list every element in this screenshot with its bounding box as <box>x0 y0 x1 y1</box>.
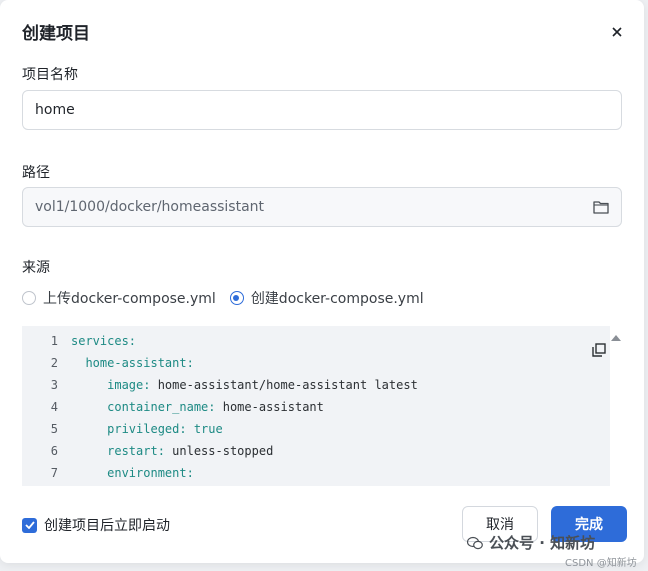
close-button[interactable] <box>605 20 629 44</box>
source-radio-group: 上传docker-compose.yml 创建docker-compose.ym… <box>22 288 438 308</box>
line-number: 1 <box>50 334 58 348</box>
code-value: home-assistant/home-assistant latest <box>157 378 418 392</box>
code-key: container_name <box>107 400 209 414</box>
start-after-create-label: 创建项目后立即启动 <box>44 518 170 534</box>
path-input[interactable]: vol1/1000/docker/homeassistant <box>22 187 622 227</box>
folder-icon[interactable] <box>593 200 609 214</box>
close-icon <box>612 27 622 37</box>
code-key: home-assistant <box>85 356 187 370</box>
code-line: 5 privileged: true <box>22 418 610 440</box>
code-line: 4 container_name: home-assistant <box>22 396 610 418</box>
path-value: vol1/1000/docker/homeassistant <box>35 199 265 215</box>
line-number: 7 <box>50 466 58 480</box>
code-key: privileged <box>107 422 180 436</box>
radio-create-label: 创建docker-compose.yml <box>250 291 424 307</box>
compose-editor[interactable]: 1 services: 2 home-assistant: 3 image: h… <box>22 326 610 486</box>
code-line: 7 environment: <box>22 462 610 484</box>
radio-upload-label: 上传docker-compose.yml <box>43 291 216 307</box>
copy-icon[interactable] <box>592 343 606 357</box>
project-name-input[interactable]: home <box>22 90 622 130</box>
code-key: environment <box>107 466 187 480</box>
csdn-watermark: CSDN @知新坊 <box>565 558 637 569</box>
code-line: 6 restart: unless-stopped <box>22 440 610 462</box>
code-key: restart <box>107 444 158 458</box>
create-project-dialog: 创建项目 项目名称 home 路径 vol1/1000/docker/homea… <box>0 0 644 563</box>
line-number: 3 <box>50 378 58 392</box>
code-key: services <box>71 334 129 348</box>
start-after-create-checkbox[interactable]: 创建项目后立即启动 <box>22 515 170 535</box>
code-key: image <box>107 378 144 392</box>
code-line: 2 home-assistant: <box>22 352 610 374</box>
scrollbar-up-arrow[interactable] <box>611 335 621 341</box>
line-number: 6 <box>50 444 58 458</box>
code-value: true <box>193 422 223 436</box>
code-line: 3 image: home-assistant/home-assistant l… <box>22 374 610 396</box>
line-number: 2 <box>50 356 58 370</box>
watermark-text: 公众号 · 知新坊 <box>489 534 596 552</box>
watermark: 公众号 · 知新坊 <box>467 532 595 553</box>
wechat-icon <box>467 536 483 549</box>
radio-button[interactable] <box>22 291 36 305</box>
radio-upload-compose[interactable]: 上传docker-compose.yml <box>22 288 216 308</box>
line-number: 5 <box>50 422 58 436</box>
project-name-value: home <box>35 102 75 118</box>
code-line: 1 services: <box>22 330 610 352</box>
path-label: 路径 <box>22 165 50 181</box>
project-name-label: 项目名称 <box>22 67 78 83</box>
code-value: unless-stopped <box>172 444 274 458</box>
dialog-title: 创建项目 <box>22 24 90 44</box>
code-value: home-assistant <box>222 400 324 414</box>
source-label: 来源 <box>22 260 50 276</box>
radio-button-selected[interactable] <box>229 291 244 305</box>
line-number: 4 <box>50 400 58 414</box>
check-icon <box>24 521 35 529</box>
radio-create-compose[interactable]: 创建docker-compose.yml <box>229 288 424 308</box>
checkbox-checked[interactable] <box>22 517 37 533</box>
